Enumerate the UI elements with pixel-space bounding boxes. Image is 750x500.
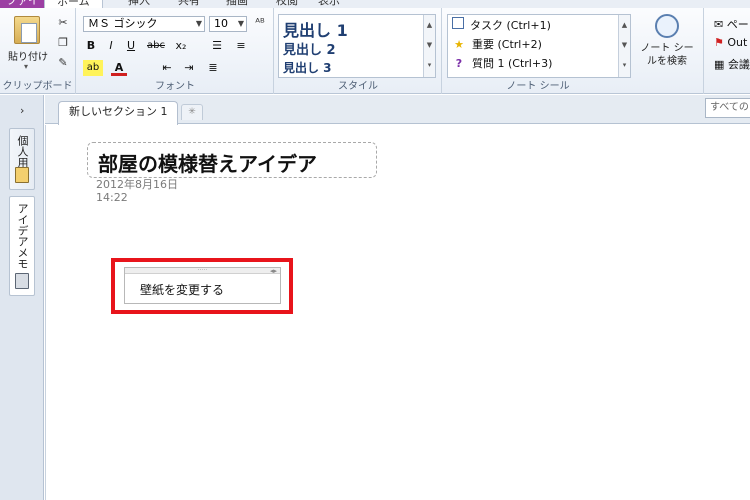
notebook-nav: › 個人用 アイデアメモ xyxy=(0,95,44,500)
underline-button[interactable]: U xyxy=(123,38,139,54)
meeting-icon: ▦ xyxy=(714,58,725,71)
note-container[interactable]: ····· ◂▸ 壁紙を変更する xyxy=(124,267,281,304)
style-heading-2[interactable]: 見出し 2 xyxy=(283,39,336,58)
new-section-icon[interactable]: ✳ xyxy=(181,104,203,120)
styles-gallery: 見出し 1 見出し 2 見出し 3 ▲ ▼ ▾ xyxy=(278,14,436,78)
search-input[interactable]: すべてのノートブックを検索 xyxy=(705,98,750,118)
outlook-meeting[interactable]: ▦ 会議 xyxy=(714,56,750,72)
chevron-up-icon[interactable]: ▲ xyxy=(424,15,435,35)
font-group-label: フォント xyxy=(155,81,195,92)
bullets-icon[interactable]: ☰ xyxy=(209,38,225,54)
font-group: ＭＳ ゴシック ▼ 10 ▼ ᴬᴮ B I U abc x₂ ☰ ≡ ab A … xyxy=(77,8,274,94)
highlight-button[interactable]: ab xyxy=(83,60,103,76)
tab-home[interactable]: ホーム xyxy=(44,0,103,8)
tags-group-label: ノート シール xyxy=(506,81,570,92)
notebook-personal[interactable]: 個人用 xyxy=(9,128,35,190)
star-icon: ★ xyxy=(454,38,464,51)
clear-format-icon[interactable]: ᴬᴮ xyxy=(253,16,267,30)
notebook-ideas[interactable]: アイデアメモ xyxy=(9,196,35,296)
tag-task-label: タスク (Ctrl+1) xyxy=(470,19,551,32)
tag-question-label: 質問 1 (Ctrl+3) xyxy=(472,57,553,70)
tag-important-label: 重要 (Ctrl+2) xyxy=(472,38,542,51)
outlook-page-email[interactable]: ✉ ペー xyxy=(714,16,749,32)
page-canvas[interactable]: 部屋の模様替えアイデア 2012年8月16日 14:22 ····· ◂▸ 壁紙… xyxy=(45,125,750,500)
search-tags-label: ノート シールを検索 xyxy=(640,43,694,67)
notebook-icon xyxy=(15,167,29,183)
outlook-meeting-label: 会議 xyxy=(727,58,750,71)
search-tags-button[interactable]: ノート シールを検索 xyxy=(636,14,698,68)
tab-share[interactable]: 共有 xyxy=(178,0,200,8)
menu-bar: ファイル ホーム 挿入 共有 描画 校閲 表示 xyxy=(0,0,750,8)
page-time: 14:22 xyxy=(96,191,128,204)
tag-task[interactable]: タスク (Ctrl+1) xyxy=(452,17,551,35)
font-color-button[interactable]: A xyxy=(111,60,127,76)
italic-button[interactable]: I xyxy=(103,38,119,54)
tags-gallery: タスク (Ctrl+1) ★ 重要 (Ctrl+2) ? 質問 1 (Ctrl+3)… xyxy=(447,14,631,78)
tab-draw[interactable]: 描画 xyxy=(226,0,248,8)
format-painter-icon[interactable]: ✎ xyxy=(56,56,70,70)
section-tab-active[interactable]: 新しいセクション 1 xyxy=(58,101,178,125)
page-datetime: 2012年8月16日 14:22 xyxy=(96,178,178,204)
tab-review[interactable]: 校閲 xyxy=(276,0,298,8)
tag-important[interactable]: ★ 重要 (Ctrl+2) xyxy=(452,36,542,54)
styles-gallery-scroll[interactable]: ▲ ▼ ▾ xyxy=(423,15,435,77)
chevron-up-icon[interactable]: ▲ xyxy=(619,15,630,35)
chevron-down-icon[interactable]: ▼ xyxy=(424,35,435,55)
paste-icon[interactable] xyxy=(14,16,40,44)
outlook-task[interactable]: ⚑ Out xyxy=(714,36,747,49)
tab-view[interactable]: 表示 xyxy=(318,0,340,8)
font-name-field[interactable]: ＭＳ ゴシック ▼ xyxy=(83,16,205,32)
copy-icon[interactable]: ❐ xyxy=(56,36,70,50)
outlook-page-label: ペー xyxy=(726,18,749,31)
styles-group-label: スタイル xyxy=(338,81,378,92)
clipboard-group: 貼り付け ▾ ✂ ❐ ✎ クリップボード xyxy=(0,8,76,94)
note-move-handle[interactable]: ····· xyxy=(125,268,280,274)
numbering-icon[interactable]: ≡ xyxy=(233,38,249,54)
increase-indent-icon[interactable]: ⇥ xyxy=(181,60,197,76)
open-notebook-icon xyxy=(15,273,29,289)
notebook-ideas-label: アイデアメモ xyxy=(16,203,29,269)
strikethrough-button[interactable]: abc xyxy=(145,38,167,54)
chevron-down-icon[interactable]: ▼ xyxy=(196,17,202,31)
bold-button[interactable]: B xyxy=(83,38,99,54)
paste-dropdown-icon[interactable]: ▾ xyxy=(24,62,28,71)
ribbon: 貼り付け ▾ ✂ ❐ ✎ クリップボード ＭＳ ゴシック ▼ 10 ▼ ᴬᴮ B… xyxy=(0,8,750,94)
more-icon[interactable]: ▾ xyxy=(619,55,630,75)
notebook-personal-label: 個人用 xyxy=(16,135,29,168)
clipboard-group-label: クリップボード xyxy=(2,81,73,92)
font-name-value: ＭＳ ゴシック xyxy=(88,17,158,30)
font-size-field[interactable]: 10 ▼ xyxy=(209,16,247,32)
paste-button[interactable]: 貼り付け xyxy=(8,48,48,63)
outlook-task-label: Out xyxy=(727,36,748,49)
subscript-button[interactable]: x₂ xyxy=(171,38,191,54)
decrease-indent-icon[interactable]: ⇤ xyxy=(159,60,175,76)
expand-nav-icon[interactable]: › xyxy=(20,104,24,117)
chevron-down-icon[interactable]: ▼ xyxy=(619,35,630,55)
checkbox-icon xyxy=(452,17,464,29)
chevron-down-icon[interactable]: ▼ xyxy=(238,17,244,31)
tab-insert[interactable]: 挿入 xyxy=(128,0,150,8)
page-date: 2012年8月16日 xyxy=(96,178,178,191)
section-tabs: 新しいセクション 1 ✳ すべてのノートブックを検索 xyxy=(45,95,750,125)
file-tab[interactable]: ファイル xyxy=(0,0,44,8)
note-resize-handle[interactable]: ◂▸ xyxy=(270,267,277,275)
question-icon: ? xyxy=(455,57,463,70)
tag-question[interactable]: ? 質問 1 (Ctrl+3) xyxy=(452,55,553,73)
flag-icon: ⚑ xyxy=(714,36,724,49)
search-icon xyxy=(655,14,679,38)
font-size-value: 10 xyxy=(214,17,228,30)
more-icon[interactable]: ▾ xyxy=(424,55,435,75)
style-heading-1[interactable]: 見出し 1 xyxy=(283,17,348,41)
page-title[interactable]: 部屋の模様替えアイデア xyxy=(98,148,317,177)
style-heading-3[interactable]: 見出し 3 xyxy=(283,59,332,76)
page-title-container[interactable]: 部屋の模様替えアイデア xyxy=(87,142,377,178)
tags-gallery-scroll[interactable]: ▲ ▼ ▾ xyxy=(618,15,630,77)
note-text[interactable]: 壁紙を変更する xyxy=(140,281,224,298)
cut-icon[interactable]: ✂ xyxy=(56,16,70,30)
email-icon: ✉ xyxy=(714,18,724,31)
align-icon[interactable]: ≣ xyxy=(205,60,221,76)
